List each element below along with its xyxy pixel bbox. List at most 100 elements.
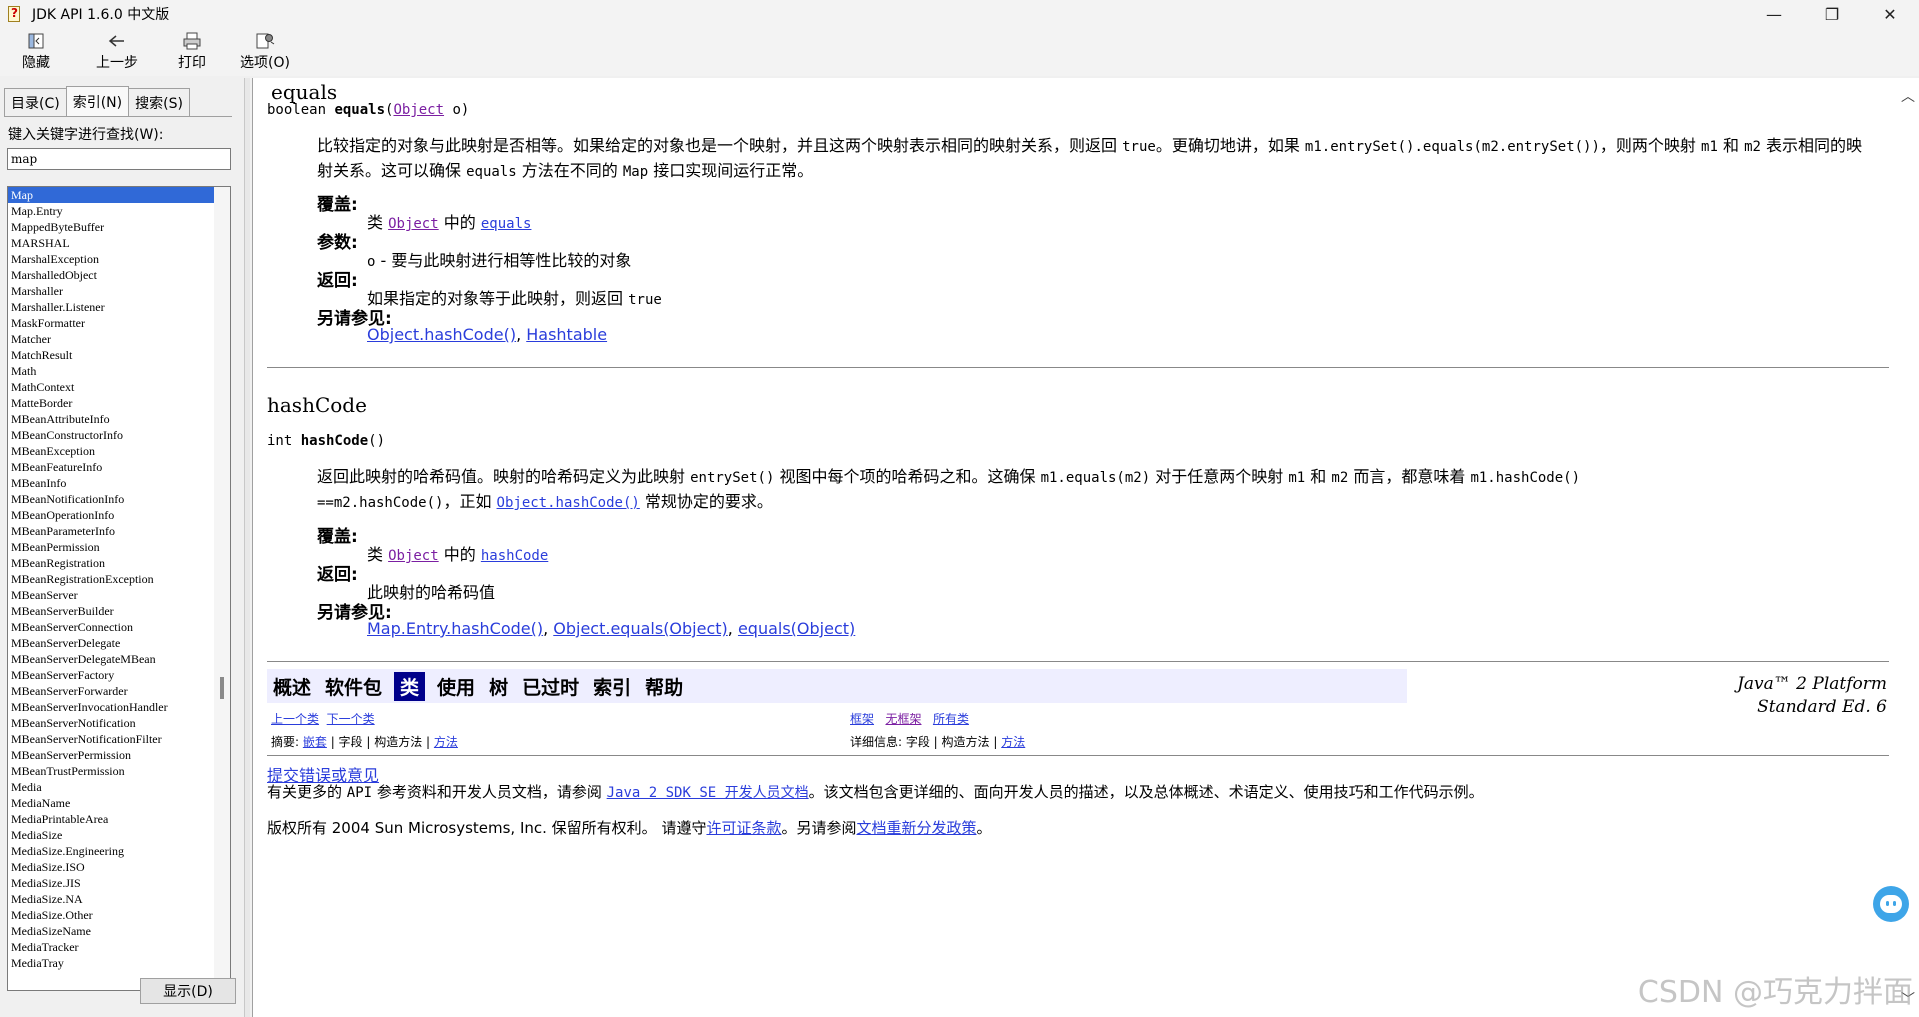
license-link[interactable]: 许可证条款: [706, 819, 781, 837]
list-item[interactable]: MBeanPermission: [8, 539, 214, 555]
list-item[interactable]: MBeanRegistration: [8, 555, 214, 571]
list-item[interactable]: MBeanOperationInfo: [8, 507, 214, 523]
nav-tree[interactable]: 树: [487, 672, 510, 701]
sdk-docs-link[interactable]: Java 2 SDK SE 开发人员文档: [607, 785, 809, 801]
list-item[interactable]: MBeanException: [8, 443, 214, 459]
list-item[interactable]: MBeanAttributeInfo: [8, 411, 214, 427]
footer-text: 有关更多的: [267, 783, 347, 801]
list-item[interactable]: MBeanServerDelegateMBean: [8, 651, 214, 667]
next-class-link[interactable]: 下一个类: [327, 712, 375, 726]
list-item[interactable]: MBeanFeatureInfo: [8, 459, 214, 475]
list-item[interactable]: Media: [8, 779, 214, 795]
list-item[interactable]: MBeanServerInvocationHandler: [8, 699, 214, 715]
list-item[interactable]: Marshaller: [8, 283, 214, 299]
tab-contents[interactable]: 目录(C): [4, 88, 67, 116]
list-item[interactable]: Map.Entry: [8, 203, 214, 219]
nav-overview[interactable]: 概述: [271, 672, 313, 701]
scrollbar-thumb[interactable]: [220, 677, 224, 699]
redistribution-link[interactable]: 文档重新分发政策: [856, 819, 976, 837]
index-list[interactable]: Map Map.Entry MappedByteBuffer MARSHAL Marsh…: [7, 186, 231, 991]
list-item[interactable]: MBeanRegistrationException: [8, 571, 214, 587]
list-item[interactable]: MediaSize.Other: [8, 907, 214, 923]
nav-package[interactable]: 软件包: [323, 672, 384, 701]
list-item[interactable]: MBeanParameterInfo: [8, 523, 214, 539]
scroll-up-icon[interactable]: ︿: [1901, 86, 1915, 106]
list-item[interactable]: Matcher: [8, 331, 214, 347]
list-item[interactable]: Math: [8, 363, 214, 379]
summary-method-link[interactable]: 方法: [434, 735, 458, 749]
list-item[interactable]: MatchResult: [8, 347, 214, 363]
list-item[interactable]: MatteBorder: [8, 395, 214, 411]
returns-label: 返回:: [317, 565, 358, 585]
close-button[interactable]: ✕: [1861, 0, 1919, 28]
display-button[interactable]: 显示(D): [140, 978, 236, 1004]
object-equals-link[interactable]: Object.equals(Object): [553, 619, 728, 638]
list-item[interactable]: MBeanServerPermission: [8, 747, 214, 763]
list-item[interactable]: MBeanNotificationInfo: [8, 491, 214, 507]
hashtable-link[interactable]: Hashtable: [526, 325, 607, 344]
object-hashcode-link[interactable]: Object.hashCode(): [367, 325, 516, 344]
object-hashcode-link[interactable]: Object.hashCode(): [497, 495, 640, 511]
content-scrollbar[interactable]: ︿ ﹀: [1897, 78, 1919, 1017]
object-link[interactable]: Object: [388, 548, 439, 564]
prev-class-link[interactable]: 上一个类: [271, 712, 319, 726]
print-button[interactable]: 打印: [174, 28, 210, 76]
no-frames-link[interactable]: 无框架: [885, 712, 921, 726]
nested-link[interactable]: 嵌套: [303, 735, 327, 749]
list-item[interactable]: MaskFormatter: [8, 315, 214, 331]
list-item[interactable]: MBeanServerNotificationFilter: [8, 731, 214, 747]
nav-deprecated[interactable]: 已过时: [520, 672, 581, 701]
list-item[interactable]: MediaTracker: [8, 939, 214, 955]
list-item[interactable]: MediaSize: [8, 827, 214, 843]
detail-method-link[interactable]: 方法: [1001, 735, 1025, 749]
list-item[interactable]: MediaSize.NA: [8, 891, 214, 907]
list-item[interactable]: MediaSize.ISO: [8, 859, 214, 875]
list-item[interactable]: MBeanServerNotification: [8, 715, 214, 731]
map-entry-hashcode-link[interactable]: Map.Entry.hashCode(): [367, 619, 543, 638]
list-item[interactable]: MBeanServerBuilder: [8, 603, 214, 619]
list-item[interactable]: MediaSize.Engineering: [8, 843, 214, 859]
keyword-input[interactable]: [7, 148, 231, 170]
maximize-button[interactable]: ❐: [1803, 0, 1861, 28]
list-item[interactable]: Marshaller.Listener: [8, 299, 214, 315]
minimize-button[interactable]: —: [1745, 0, 1803, 28]
list-item[interactable]: MediaName: [8, 795, 214, 811]
list-item[interactable]: MappedByteBuffer: [8, 219, 214, 235]
list-item[interactable]: MBeanServerFactory: [8, 667, 214, 683]
hide-button[interactable]: 隐藏: [16, 28, 56, 76]
list-item[interactable]: MBeanInfo: [8, 475, 214, 491]
list-item[interactable]: Map: [8, 187, 214, 203]
desc-code: m1.hashCode(): [1470, 470, 1581, 486]
list-item[interactable]: MBeanServerForwarder: [8, 683, 214, 699]
object-link[interactable]: Object: [388, 216, 439, 232]
list-item[interactable]: MediaPrintableArea: [8, 811, 214, 827]
hashcode-link[interactable]: hashCode: [481, 548, 548, 564]
frames-link[interactable]: 框架: [850, 712, 874, 726]
equals-link[interactable]: equals: [481, 216, 532, 232]
index-list-scrollbar[interactable]: [214, 187, 230, 990]
nav-help[interactable]: 帮助: [643, 672, 685, 701]
options-button[interactable]: 选项(O): [236, 28, 294, 76]
all-classes-link[interactable]: 所有类: [933, 712, 969, 726]
list-item[interactable]: MediaSize.JIS: [8, 875, 214, 891]
list-item[interactable]: MarshalledObject: [8, 267, 214, 283]
list-item[interactable]: MathContext: [8, 379, 214, 395]
list-item[interactable]: MarshalException: [8, 251, 214, 267]
list-item[interactable]: MBeanServer: [8, 587, 214, 603]
back-button[interactable]: 上一步: [94, 28, 140, 76]
chat-assistant-icon[interactable]: [1873, 886, 1909, 922]
nav-index[interactable]: 索引: [591, 672, 633, 701]
list-item[interactable]: MBeanServerDelegate: [8, 635, 214, 651]
list-item[interactable]: MBeanTrustPermission: [8, 763, 214, 779]
equals-object-link[interactable]: equals(Object): [738, 619, 855, 638]
list-item[interactable]: MediaSizeName: [8, 923, 214, 939]
list-item[interactable]: MBeanConstructorInfo: [8, 427, 214, 443]
list-item[interactable]: MARSHAL: [8, 235, 214, 251]
nav-use[interactable]: 使用: [435, 672, 477, 701]
list-item[interactable]: MediaTray: [8, 955, 214, 971]
object-link[interactable]: Object: [393, 102, 444, 118]
tab-search[interactable]: 搜索(S): [128, 88, 190, 116]
tab-index[interactable]: 索引(N): [65, 86, 130, 116]
list-item[interactable]: MBeanServerConnection: [8, 619, 214, 635]
pane-splitter[interactable]: [244, 78, 250, 1017]
